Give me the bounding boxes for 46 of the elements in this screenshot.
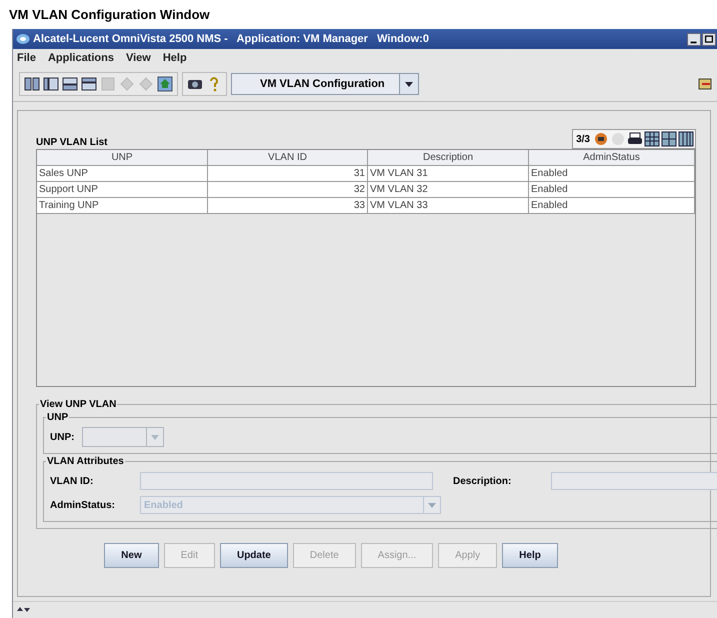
action-button[interactable]: New xyxy=(104,543,159,568)
panel-title: View UNP VLAN xyxy=(39,399,118,410)
exit-icon[interactable] xyxy=(697,76,713,92)
menu-item[interactable]: File xyxy=(17,52,36,64)
table-cell: Enabled xyxy=(529,198,695,214)
table-cell: 31 xyxy=(208,166,368,182)
field-label: AdminStatus: xyxy=(50,500,116,510)
layout-icon[interactable] xyxy=(81,76,97,92)
layout-icon[interactable] xyxy=(62,76,78,92)
column-header[interactable]: UNP xyxy=(37,150,208,166)
table-cell: VM VLAN 31 xyxy=(368,166,529,182)
page-heading: VM VLAN Configuration Window xyxy=(8,6,211,24)
action-button[interactable]: Update xyxy=(220,543,288,568)
field-label: Description: xyxy=(453,476,512,486)
column-header[interactable]: Description xyxy=(368,150,529,166)
table-cell: VM VLAN 33 xyxy=(368,198,529,214)
panel-title: VLAN Attributes xyxy=(46,456,125,467)
minimize-icon[interactable] xyxy=(687,32,701,46)
table-cell: Support UNP xyxy=(37,182,208,198)
field-label: VLAN ID: xyxy=(50,476,94,486)
columns-icon[interactable] xyxy=(678,131,694,147)
table-cell: Enabled xyxy=(529,166,695,182)
row-count: 3/3 xyxy=(575,134,591,144)
app-logo-icon xyxy=(16,33,30,45)
table-cell: 33 xyxy=(208,198,368,214)
maximize-icon[interactable] xyxy=(702,32,716,46)
column-header[interactable]: AdminStatus xyxy=(529,150,695,166)
action-button[interactable]: Help xyxy=(502,543,558,568)
table-cell: Sales UNP xyxy=(37,166,208,182)
print-icon[interactable] xyxy=(627,131,643,147)
panel-title: UNP xyxy=(46,412,70,423)
menu-item[interactable]: Help xyxy=(162,52,187,64)
menu-item[interactable]: Applications xyxy=(48,52,114,64)
table-cell: VM VLAN 32 xyxy=(368,182,529,198)
table-cell: Training UNP xyxy=(37,198,208,214)
list-title: UNP VLAN List xyxy=(36,137,108,149)
menu-item[interactable]: View xyxy=(126,52,151,64)
layout-icon[interactable] xyxy=(43,76,59,92)
field-label: UNP: xyxy=(50,432,74,442)
table-cell: 32 xyxy=(208,182,368,198)
layout-icon[interactable] xyxy=(24,76,40,92)
column-header[interactable]: VLAN ID xyxy=(208,150,368,166)
columns-icon[interactable] xyxy=(644,131,660,147)
window-title: Alcatel-Lucent OmniVista 2500 NMS - Application: VM Manager Window:0 xyxy=(33,33,430,45)
home-icon[interactable] xyxy=(157,76,173,92)
table-cell: Enabled xyxy=(529,182,695,198)
